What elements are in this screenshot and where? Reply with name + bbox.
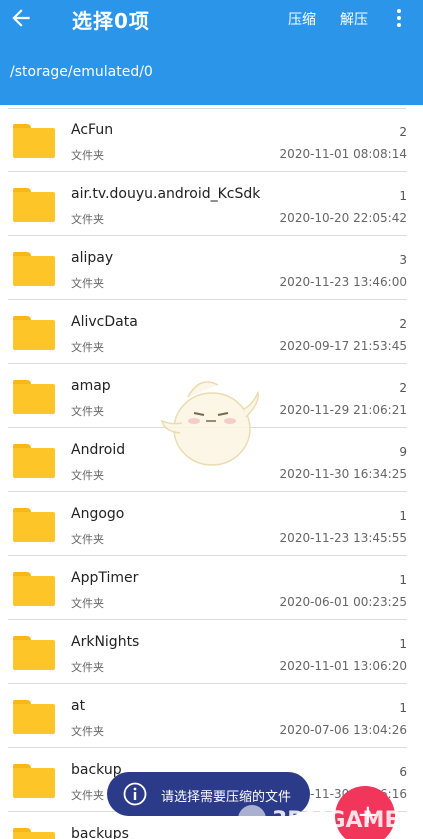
item-count: 2: [399, 381, 407, 395]
file-name: Android: [71, 442, 126, 458]
item-count: 1: [399, 189, 407, 203]
list-item[interactable]: Angogo 文件夹 1 2020-11-23 13:45:55: [8, 492, 407, 556]
list-item[interactable]: air.tv.douyu.android_KcSdk 文件夹 1 2020-10…: [8, 172, 407, 236]
modified-date: 2020-11-23 13:45:55: [279, 531, 407, 545]
file-type: 文件夹: [71, 789, 104, 802]
current-path: /storage/emulated/0: [10, 64, 153, 80]
file-name: ArkNights: [71, 634, 140, 650]
svg-text:3DMGAME: 3DMGAME: [272, 808, 399, 833]
folder-icon: [13, 828, 55, 839]
modified-date: 2020-11-29 21:06:21: [279, 403, 407, 417]
item-count: 2: [399, 125, 407, 139]
file-name: at: [71, 698, 86, 714]
folder-icon: [13, 764, 55, 798]
info-icon: [123, 782, 147, 806]
modified-date: 2020-09-17 21:53:45: [279, 339, 407, 353]
file-type: 文件夹: [71, 725, 104, 738]
modified-date: 2020-11-30 16:34:25: [279, 467, 407, 481]
folder-icon: [13, 124, 55, 158]
modified-date: 2020-07-06 13:04:26: [279, 723, 407, 737]
file-type: 文件夹: [71, 661, 104, 674]
file-name: air.tv.douyu.android_KcSdk: [71, 186, 261, 202]
list-item[interactable]: AcFun 文件夹 2 2020-11-01 08:08:14: [8, 108, 407, 172]
file-name: backup: [71, 762, 122, 778]
folder-icon: [13, 252, 55, 286]
file-type: 文件夹: [71, 277, 104, 290]
list-item[interactable]: at 文件夹 1 2020-07-06 13:04:26: [8, 684, 407, 748]
file-name: AppTimer: [71, 570, 139, 586]
item-count: 9: [399, 445, 407, 459]
item-count: 1: [399, 573, 407, 587]
file-type: 文件夹: [71, 149, 104, 162]
file-name: alipay: [71, 250, 114, 266]
list-item[interactable]: AlivcData 文件夹 2 2020-09-17 21:53:45: [8, 300, 407, 364]
file-list: AcFun 文件夹 2 2020-11-01 08:08:14 air.tv.d…: [0, 108, 423, 839]
file-name: amap: [71, 378, 111, 394]
folder-icon: [13, 444, 55, 478]
item-count: 6: [399, 765, 407, 779]
extract-button[interactable]: 解压: [340, 9, 368, 29]
page-title: 选择0项: [72, 9, 150, 33]
list-item[interactable]: AppTimer 文件夹 1 2020-06-01 00:23:25: [8, 556, 407, 620]
item-count: 1: [399, 637, 407, 651]
modified-date: 2020-11-01 13:06:20: [279, 659, 407, 673]
file-name: AcFun: [71, 122, 114, 138]
file-name: Angogo: [71, 506, 125, 522]
file-type: 文件夹: [71, 405, 104, 418]
folder-icon: [13, 188, 55, 222]
modified-date: 2020-06-01 00:23:25: [279, 595, 407, 609]
item-count: 3: [399, 253, 407, 267]
folder-icon: [13, 508, 55, 542]
watermark-logo: 3DMGAME: [238, 805, 399, 833]
item-count: 2: [399, 317, 407, 331]
modified-date: 2020-11-01 08:08:14: [279, 147, 407, 161]
modified-date: 2020-10-20 22:05:42: [279, 211, 407, 225]
folder-icon: [13, 700, 55, 734]
item-count: 1: [399, 509, 407, 523]
folder-icon: [13, 636, 55, 670]
file-name: backups: [71, 826, 129, 839]
file-type: 文件夹: [71, 213, 104, 226]
app-bar: 选择0项 压缩 解压 /storage/emulated/0: [0, 0, 423, 105]
item-count: 1: [399, 701, 407, 715]
back-arrow-icon[interactable]: [8, 5, 34, 31]
file-type: 文件夹: [71, 341, 104, 354]
list-item[interactable]: ArkNights 文件夹 1 2020-11-01 13:06:20: [8, 620, 407, 684]
file-type: 文件夹: [71, 469, 104, 482]
list-item[interactable]: alipay 文件夹 3 2020-11-23 13:46:00: [8, 236, 407, 300]
mascot-watermark-image: [160, 381, 259, 466]
file-type: 文件夹: [71, 533, 104, 546]
folder-icon: [13, 572, 55, 606]
compress-button[interactable]: 压缩: [288, 9, 316, 29]
folder-icon: [13, 316, 55, 350]
modified-date: 2020-11-23 13:46:00: [279, 275, 407, 289]
folder-icon: [13, 380, 55, 414]
file-name: AlivcData: [71, 314, 138, 330]
more-options-icon[interactable]: [392, 7, 406, 29]
file-type: 文件夹: [71, 597, 104, 610]
